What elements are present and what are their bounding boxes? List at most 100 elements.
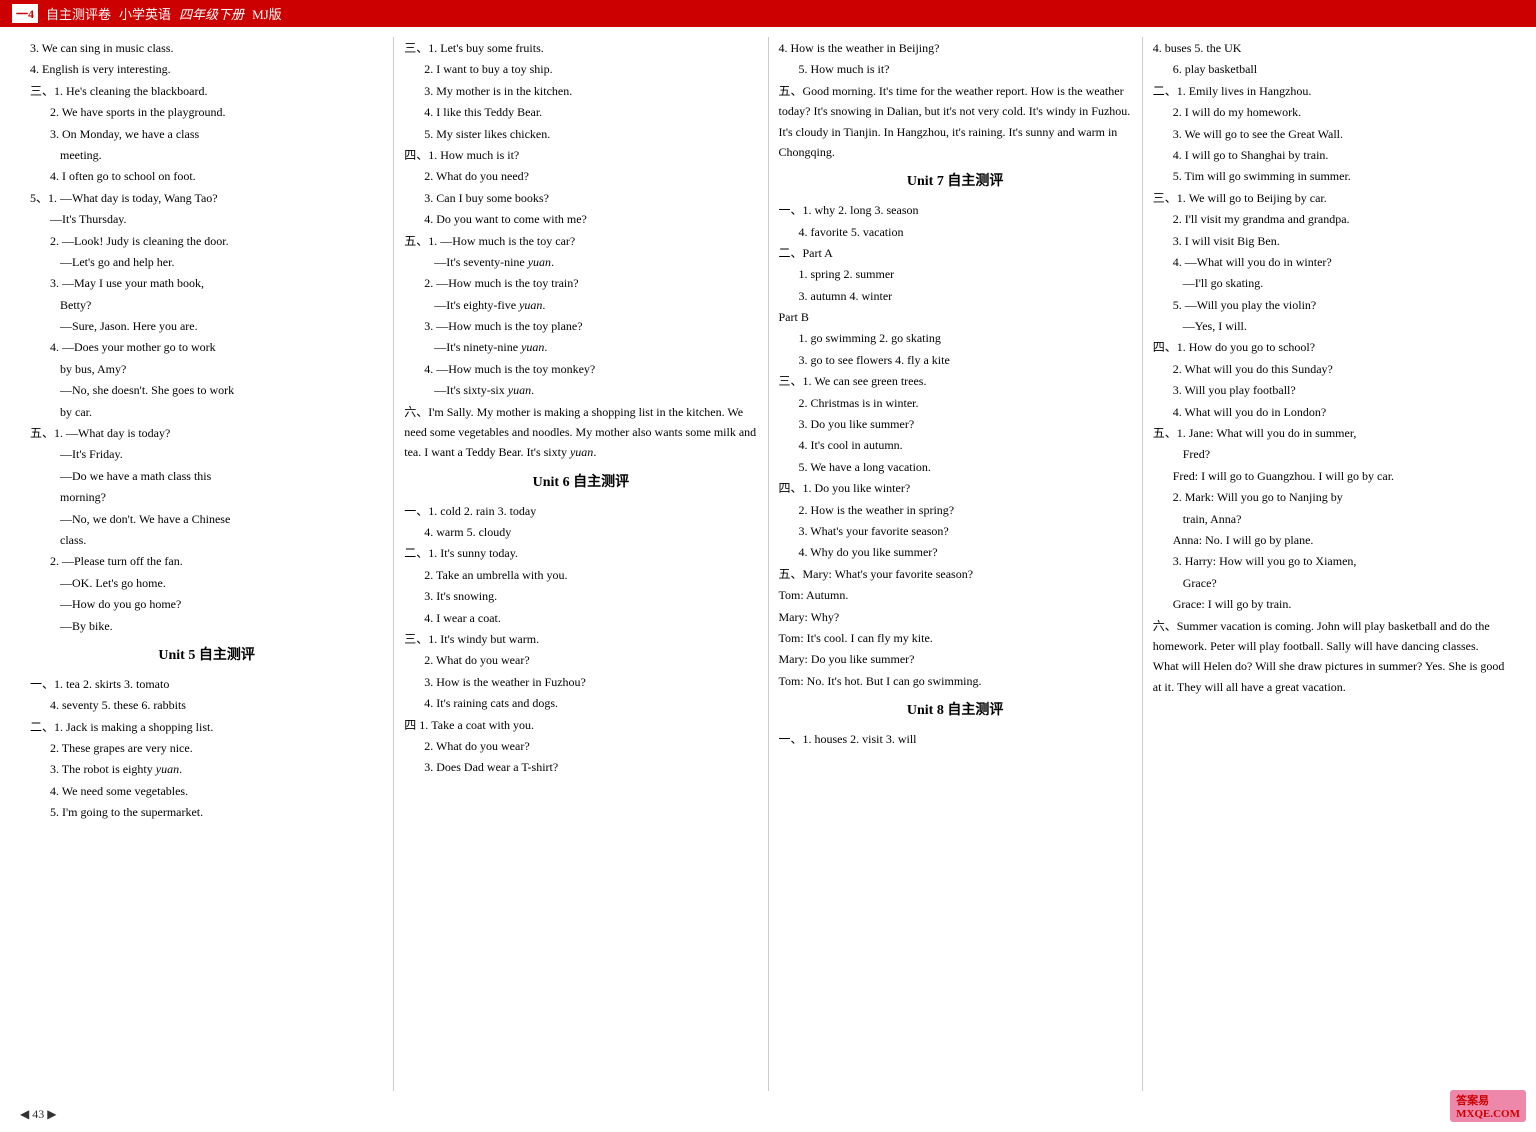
c3-u7-l19: Tom: Autumn. [779, 585, 1132, 605]
c1-l28: —By bike. [30, 616, 383, 636]
c3-u7-l1: 一、1. why 2. long 3. season [779, 200, 1132, 220]
c1-l10: 2. —Look! Judy is cleaning the door. [30, 231, 383, 251]
c2-u6-l2: 4. warm 5. cloudy [404, 522, 757, 542]
c4-l7: 5. Tim will go swimming in summer. [1153, 166, 1506, 186]
c4-l13: 5. —Will you play the violin? [1153, 295, 1506, 315]
c1-l15: 4. —Does your mother go to work [30, 337, 383, 357]
unit8-title: Unit 8 自主测评 [779, 699, 1132, 723]
c2-u6-l11: 四 1. Take a coat with you. [404, 715, 757, 735]
c1-u5-l2: 4. seventy 5. these 6. rabbits [30, 695, 383, 715]
page-num-left: ◀ 43 ▶ [20, 1103, 56, 1130]
c4-l4: 2. I will do my homework. [1153, 102, 1506, 122]
c1-l25: 2. —Please turn off the fan. [30, 551, 383, 571]
c1-l14: —Sure, Jason. Here you are. [30, 316, 383, 336]
c4-l25: 3. Harry: How will you go to Xiamen, [1153, 551, 1506, 571]
c4-l11: 4. —What will you do in winter? [1153, 252, 1506, 272]
c2-u6-l5: 3. It's snowing. [404, 586, 757, 606]
c2-l13: —It's eighty-five yuan. [404, 295, 757, 315]
c3-u7-l6: Part B [779, 307, 1132, 327]
c3-u7-l10: 2. Christmas is in winter. [779, 393, 1132, 413]
c1-l1: 3. We can sing in music class. [30, 38, 383, 58]
c1-l11: —Let's go and help her. [30, 252, 383, 272]
col3: 4. How is the weather in Beijing? 5. How… [769, 37, 1143, 1091]
c2-l1: 三、1. Let's buy some fruits. [404, 38, 757, 58]
watermark: 答案易 MXQE.COM [1450, 1090, 1526, 1122]
c4-l23: train, Anna? [1153, 509, 1506, 529]
c4-l8: 三、1. We will go to Beijing by car. [1153, 188, 1506, 208]
c2-u6-l12: 2. What do you wear? [404, 736, 757, 756]
logo-box: 一4 [12, 4, 38, 23]
c4-l20: Fred? [1153, 444, 1506, 464]
c4-l2: 6. play basketball [1153, 59, 1506, 79]
c3-u7-l14: 四、1. Do you like winter? [779, 478, 1132, 498]
c1-u5-l3: 二、1. Jack is making a shopping list. [30, 717, 383, 737]
c3-u7-l22: Mary: Do you like summer? [779, 649, 1132, 669]
c4-l18: 4. What will you do in London? [1153, 402, 1506, 422]
c4-l21: Fred: I will go to Guangzhou. I will go … [1153, 466, 1506, 486]
c4-l19: 五、1. Jane: What will you do in summer, [1153, 423, 1506, 443]
c3-u7-l4: 1. spring 2. summer [779, 264, 1132, 284]
c3-u7-l12: 4. It's cool in autumn. [779, 435, 1132, 455]
c4-l27: Grace: I will go by train. [1153, 594, 1506, 614]
header-title3: 四年级下册 [179, 4, 244, 23]
c4-l22: 2. Mark: Will you go to Nanjing by [1153, 487, 1506, 507]
c2-l3: 3. My mother is in the kitchen. [404, 81, 757, 101]
c2-l16: 4. —How much is the toy monkey? [404, 359, 757, 379]
c2-u6-l1: 一、1. cold 2. rain 3. today [404, 501, 757, 521]
c3-u7-l18: 五、Mary: What's your favorite season? [779, 564, 1132, 584]
c1-l26: —OK. Let's go home. [30, 573, 383, 593]
c2-l17: —It's sixty-six yuan. [404, 380, 757, 400]
c1-u5-l5: 3. The robot is eighty yuan. [30, 759, 383, 779]
c4-l1: 4. buses 5. the UK [1153, 38, 1506, 58]
c1-l18: by car. [30, 402, 383, 422]
c3-u7-l16: 3. What's your favorite season? [779, 521, 1132, 541]
c4-l28: 六、Summer vacation is coming. John will p… [1153, 616, 1506, 698]
c3-u7-l21: Tom: It's cool. I can fly my kite. [779, 628, 1132, 648]
c3-u7-l23: Tom: No. It's hot. But I can go swimming… [779, 671, 1132, 691]
c2-l12: 2. —How much is the toy train? [404, 273, 757, 293]
c4-l6: 4. I will go to Shanghai by train. [1153, 145, 1506, 165]
c2-u6-l4: 2. Take an umbrella with you. [404, 565, 757, 585]
c2-u6-l8: 2. What do you wear? [404, 650, 757, 670]
c2-u6-l9: 3. How is the weather in Fuzhou? [404, 672, 757, 692]
header-title4: MJ版 [252, 4, 282, 23]
c1-l6: meeting. [30, 145, 383, 165]
c3-l3: 五、Good morning. It's time for the weathe… [779, 81, 1132, 163]
c1-u5-l6: 4. We need some vegetables. [30, 781, 383, 801]
c1-l27: —How do you go home? [30, 594, 383, 614]
c1-l23: —No, we don't. We have a Chinese [30, 509, 383, 529]
c4-l3: 二、1. Emily lives in Hangzhou. [1153, 81, 1506, 101]
c2-l6: 四、1. How much is it? [404, 145, 757, 165]
c1-l4: 2. We have sports in the playground. [30, 102, 383, 122]
unit5-title: Unit 5 自主测评 [30, 644, 383, 668]
c2-u6-l6: 4. I wear a coat. [404, 608, 757, 628]
c1-l12: 3. —May I use your math book, [30, 273, 383, 293]
c2-l8: 3. Can I buy some books? [404, 188, 757, 208]
c1-l19: 五、1. —What day is today? [30, 423, 383, 443]
c4-l15: 四、1. How do you go to school? [1153, 337, 1506, 357]
c2-u6-l3: 二、1. It's sunny today. [404, 543, 757, 563]
c3-u7-l15: 2. How is the weather in spring? [779, 500, 1132, 520]
content-area: 3. We can sing in music class. 4. Englis… [0, 27, 1536, 1101]
c3-u7-l13: 5. We have a long vacation. [779, 457, 1132, 477]
col4: 4. buses 5. the UK 6. play basketball 二、… [1143, 37, 1516, 1091]
unit6-title: Unit 6 自主测评 [404, 471, 757, 495]
c4-l16: 2. What will you do this Sunday? [1153, 359, 1506, 379]
c4-l14: —Yes, I will. [1153, 316, 1506, 336]
c3-u7-l11: 3. Do you like summer? [779, 414, 1132, 434]
c2-l4: 4. I like this Teddy Bear. [404, 102, 757, 122]
c2-u6-l13: 3. Does Dad wear a T-shirt? [404, 757, 757, 777]
c4-l26: Grace? [1153, 573, 1506, 593]
watermark-text2: MXQE.COM [1456, 1108, 1520, 1120]
c2-l7: 2. What do you need? [404, 166, 757, 186]
c3-l1: 4. How is the weather in Beijing? [779, 38, 1132, 58]
page-wrapper: 一4 自主测评卷 小学英语 四年级下册 MJ版 3. We can sing i… [0, 0, 1536, 1132]
c3-u7-l7: 1. go swimming 2. go skating [779, 328, 1132, 348]
header-title1: 自主测评卷 [46, 4, 111, 23]
c2-l14: 3. —How much is the toy plane? [404, 316, 757, 336]
c4-l12: —I'll go skating. [1153, 273, 1506, 293]
c1-u5-l1: 一、1. tea 2. skirts 3. tomato [30, 674, 383, 694]
c2-l5: 5. My sister likes chicken. [404, 124, 757, 144]
c1-l8: 5、1. —What day is today, Wang Tao? [30, 188, 383, 208]
c3-u7-l9: 三、1. We can see green trees. [779, 371, 1132, 391]
